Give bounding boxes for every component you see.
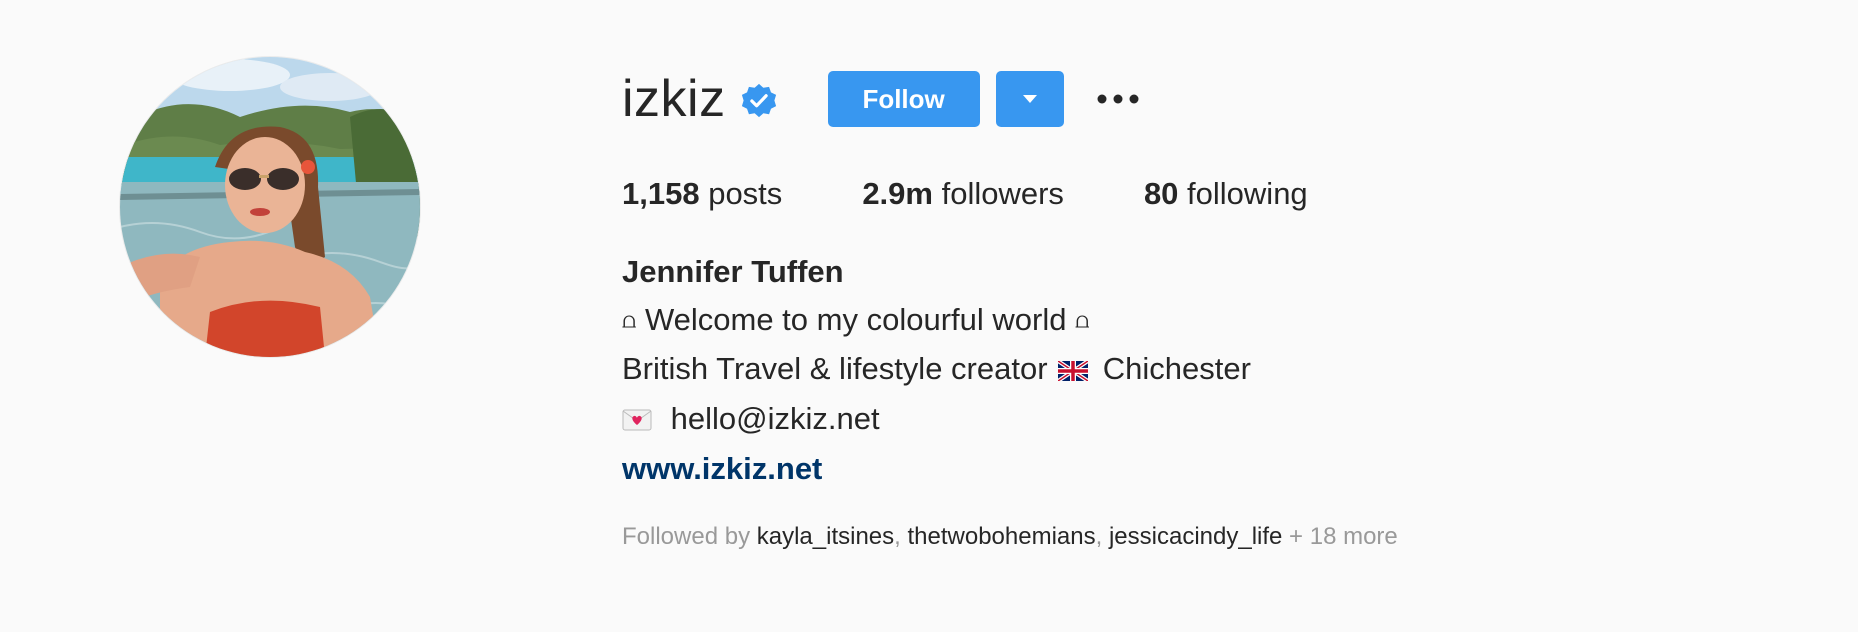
- avatar-photo: [120, 57, 420, 357]
- suggested-accounts-dropdown-button[interactable]: [995, 71, 1064, 127]
- bio-location-text: Chichester: [1102, 351, 1251, 386]
- love-letter-icon: [622, 397, 652, 445]
- following-label: following: [1187, 176, 1308, 211]
- separator-comma: ,: [1095, 523, 1109, 550]
- following-stat[interactable]: 80 following: [1144, 176, 1308, 212]
- bio-line-email: hello@izkiz.net: [622, 395, 1802, 445]
- follow-button[interactable]: Follow: [827, 71, 980, 127]
- profile-info: izkiz Follow 1,158 posts 2.9m followers …: [622, 60, 1802, 551]
- caret-down-icon: [1022, 95, 1037, 103]
- profile-avatar[interactable]: [120, 57, 420, 357]
- followers-label: followers: [941, 176, 1064, 211]
- profile-bio: Jennifer Tuffen ⩍ Welcome to my colourfu…: [622, 248, 1802, 493]
- profile-website-link[interactable]: www.izkiz.net: [622, 445, 822, 493]
- bio-creator-text: British Travel & lifestyle creator: [622, 351, 1048, 386]
- followed-by: Followed by kayla_itsines, thetwobohemia…: [622, 523, 1802, 551]
- bio-line-welcome: ⩍ Welcome to my colourful world ⩍: [622, 296, 1802, 345]
- followers-stat[interactable]: 2.9m followers: [862, 176, 1064, 212]
- rainbow-glyph-left: ⩍: [622, 308, 637, 333]
- uk-flag-icon: [1057, 347, 1090, 395]
- posts-count: 1,158: [622, 176, 700, 211]
- rainbow-glyph-right: ⩍: [1075, 308, 1090, 333]
- profile-header: izkiz Follow 1,158 posts 2.9m followers …: [0, 0, 1858, 632]
- profile-username: izkiz: [622, 70, 726, 128]
- following-count: 80: [1143, 176, 1179, 211]
- profile-full-name: Jennifer Tuffen: [622, 254, 844, 289]
- bio-line-creator: British Travel & lifestyle creator Chich…: [622, 345, 1802, 395]
- bio-welcome-text: Welcome to my colourful world: [644, 302, 1067, 337]
- verified-badge-icon: [740, 82, 778, 120]
- more-options-icon: [1097, 94, 1139, 104]
- followed-by-prefix: Followed by: [622, 523, 751, 550]
- bio-line-website: www.izkiz.net: [622, 445, 1802, 493]
- bio-email-text[interactable]: hello@izkiz.net: [671, 401, 880, 436]
- followed-by-more[interactable]: + 18 more: [1289, 523, 1398, 550]
- posts-label: posts: [708, 176, 783, 211]
- followed-by-user-3[interactable]: jessicacindy_life: [1109, 523, 1282, 550]
- separator-comma: ,: [894, 523, 908, 550]
- followed-by-user-2[interactable]: thetwobohemians: [907, 523, 1095, 550]
- profile-stats: 1,158 posts 2.9m followers 80 following: [622, 176, 1802, 212]
- followers-count: 2.9m: [862, 176, 933, 211]
- posts-stat: 1,158 posts: [622, 176, 782, 212]
- profile-title-row: izkiz Follow: [622, 60, 1802, 138]
- more-options-button[interactable]: [1094, 79, 1142, 119]
- followed-by-user-1[interactable]: kayla_itsines: [757, 523, 894, 550]
